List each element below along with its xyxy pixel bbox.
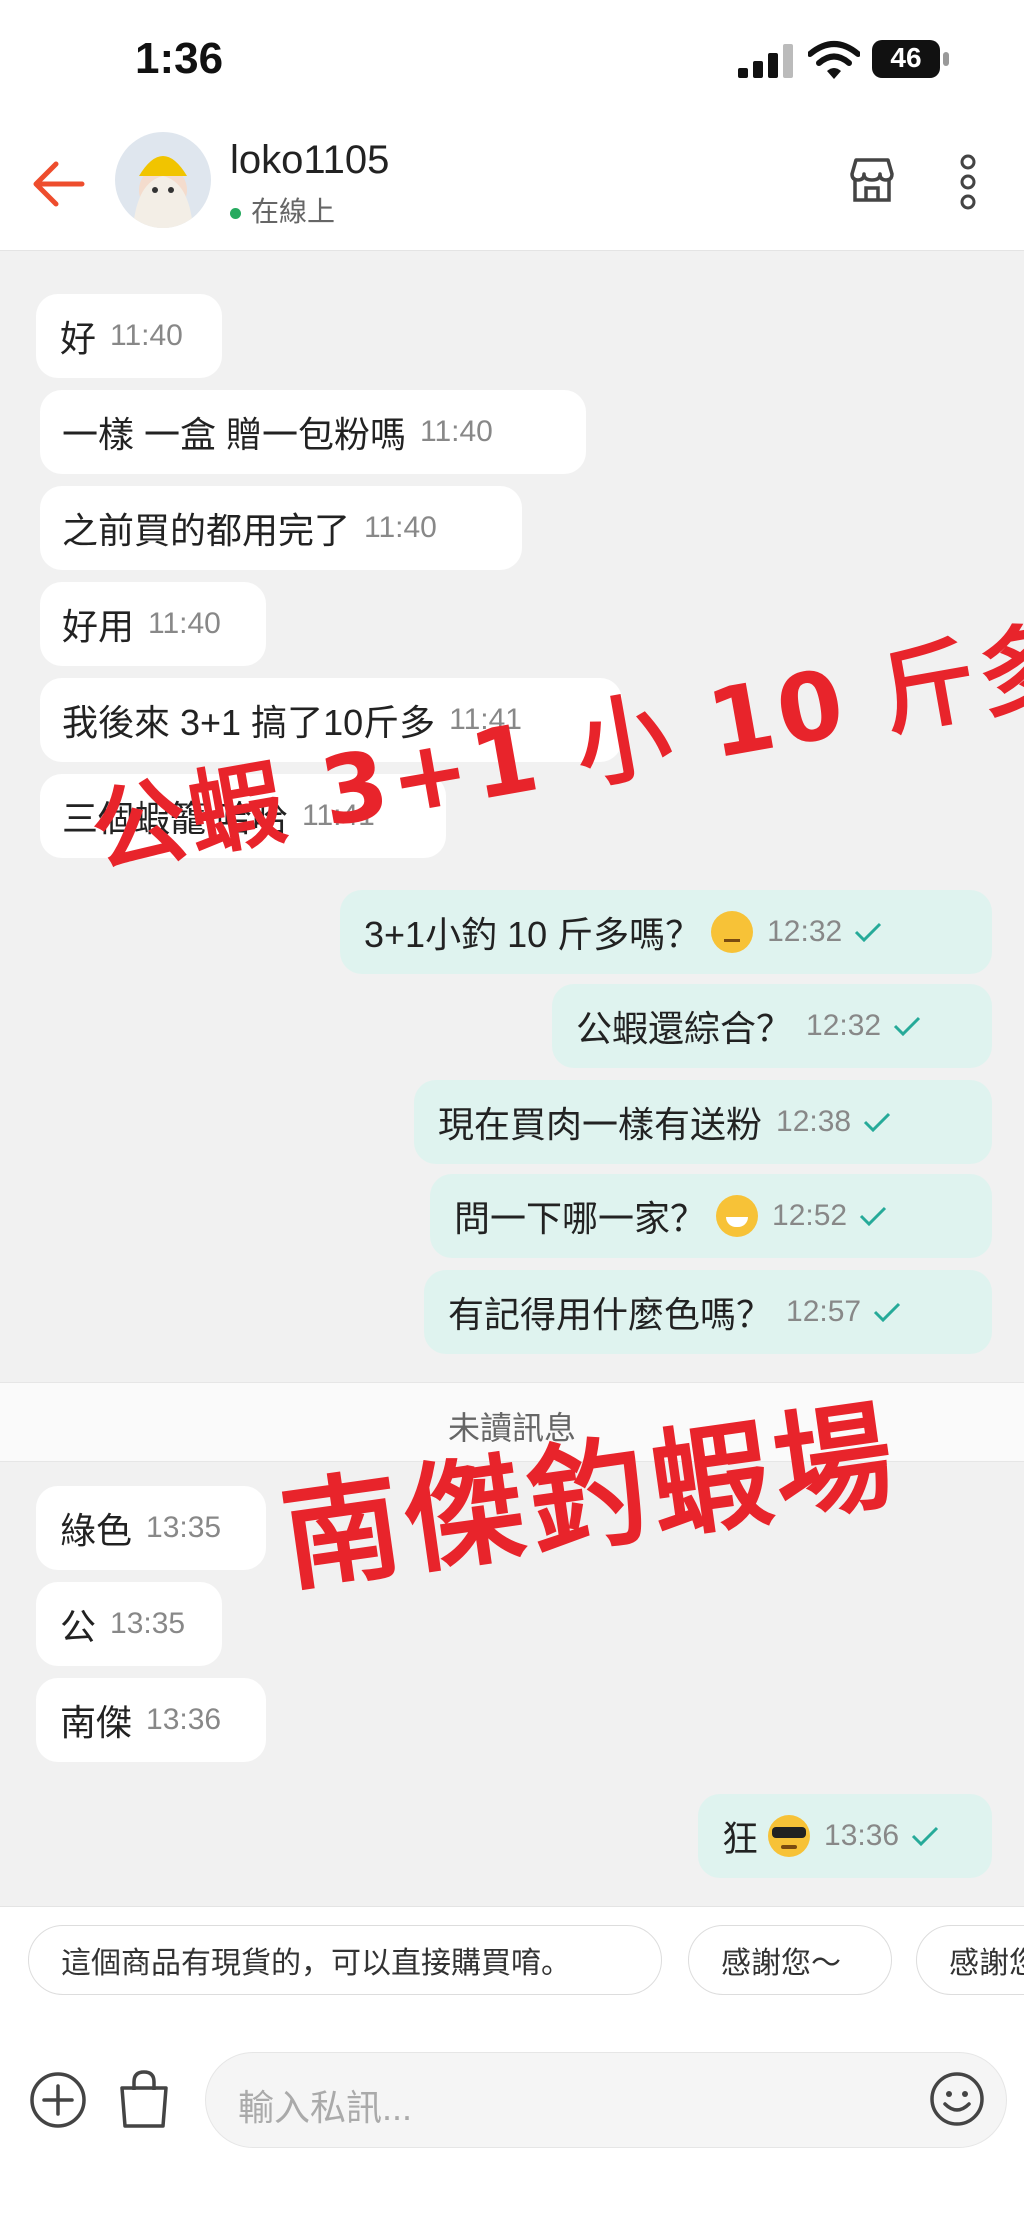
message-text: 現在買肉一樣有送粉 [438,1104,763,1145]
message-time: 11:40 [364,511,437,544]
message-bubble-incoming[interactable]: 好 11:40 [36,294,222,378]
message-text: 公 [60,1606,97,1647]
avatar[interactable] [115,132,211,228]
chat-header: loko1105 在線上 [0,120,1024,251]
emoji-picker-icon[interactable] [928,2070,986,2128]
read-check-icon [855,922,882,942]
thinking-face-icon [711,911,754,953]
message-bubble-incoming[interactable]: 之前買的都用完了 11:40 [40,486,522,570]
message-time: 12:38 [776,1105,852,1138]
message-time: 11:40 [420,415,493,448]
quick-reply-chip[interactable]: 感謝您～ [688,1925,892,1995]
message-bubble-incoming[interactable]: 公 13:35 [36,1582,222,1666]
status-time: 1:36 [135,34,224,83]
message-bubble-outgoing[interactable]: 3+1小釣 10 斤多嗎？ 12:32 [340,890,992,974]
presence-label: 在線上 [251,196,336,227]
quick-reply-chip[interactable]: 感謝您 [916,1925,1024,1995]
message-text: 好 [60,318,97,359]
message-time: 13:36 [146,1703,222,1736]
message-bubble-incoming[interactable]: 綠色 13:35 [36,1486,266,1570]
quick-reply-chip[interactable]: 這個商品有現貨的，可以直接購買唷。 [28,1925,662,1995]
message-bubble-incoming[interactable]: 南傑 13:36 [36,1678,266,1762]
message-text: 問一下哪一家？ [454,1198,707,1239]
more-options-icon[interactable] [958,152,978,212]
message-text: 之前買的都用完了 [62,510,351,551]
read-check-icon [860,1206,887,1226]
shop-icon[interactable] [846,154,898,206]
message-input-bar: 輸入私訊... [0,2024,1024,2219]
message-bubble-outgoing[interactable]: 問一下哪一家？ 12:52 [430,1174,992,1258]
grinning-face-icon [716,1195,759,1237]
read-check-icon [894,1016,921,1036]
sunglasses-face-icon [768,1815,811,1857]
message-bubble-incoming[interactable]: 一樣 一盒 贈一包粉嗎 11:40 [40,390,586,474]
battery-level: 46 [890,42,922,73]
presence-status: 在線上 [230,190,335,230]
message-time: 13:35 [110,1607,186,1640]
message-time: 13:35 [146,1511,222,1544]
read-check-icon [864,1112,891,1132]
message-bubble-outgoing[interactable]: 公蝦還綜合？ 12:32 [552,984,992,1068]
add-attachment-icon[interactable] [28,2070,88,2130]
message-bubble-outgoing[interactable]: 有記得用什麼色嗎？ 12:57 [424,1270,992,1354]
message-text: 綠色 [60,1510,133,1551]
message-text: 好用 [62,606,135,647]
read-check-icon [912,1826,939,1846]
back-arrow-icon[interactable] [28,154,88,214]
message-time: 12:52 [772,1199,848,1232]
cellular-signal-icon [738,44,793,78]
message-time: 11:40 [110,319,183,352]
shopping-bag-icon[interactable] [116,2068,172,2130]
message-input[interactable]: 輸入私訊... [205,2052,1007,2148]
message-time: 13:36 [824,1819,900,1852]
wifi-icon [808,41,860,79]
message-time: 12:32 [806,1009,882,1042]
message-bubble-outgoing[interactable]: 狂 13:36 [698,1794,992,1878]
message-input-placeholder: 輸入私訊... [238,2087,413,2128]
message-bubble-incoming[interactable]: 好用 11:40 [40,582,266,666]
chat-username: loko1105 [230,138,390,182]
battery-icon: 46 [872,40,950,78]
message-text: 南傑 [60,1702,133,1743]
message-time: 12:32 [767,915,843,948]
message-text: 3+1小釣 10 斤多嗎？ [364,914,702,955]
online-dot-icon [230,208,241,220]
message-text: 有記得用什麼色嗎？ [448,1294,773,1335]
quick-replies-bar: 這個商品有現貨的，可以直接購買唷。 感謝您～ 感謝您 [0,1906,1024,2025]
message-bubble-outgoing[interactable]: 現在買肉一樣有送粉 12:38 [414,1080,992,1164]
read-check-icon [874,1302,901,1322]
message-text: 一樣 一盒 贈一包粉嗎 [62,414,407,455]
message-text: 狂 [722,1818,759,1859]
message-time: 12:57 [786,1295,862,1328]
message-time: 11:40 [148,607,221,640]
status-bar: 1:36 46 [0,0,1024,120]
message-text: 公蝦還綜合？ [576,1008,793,1049]
